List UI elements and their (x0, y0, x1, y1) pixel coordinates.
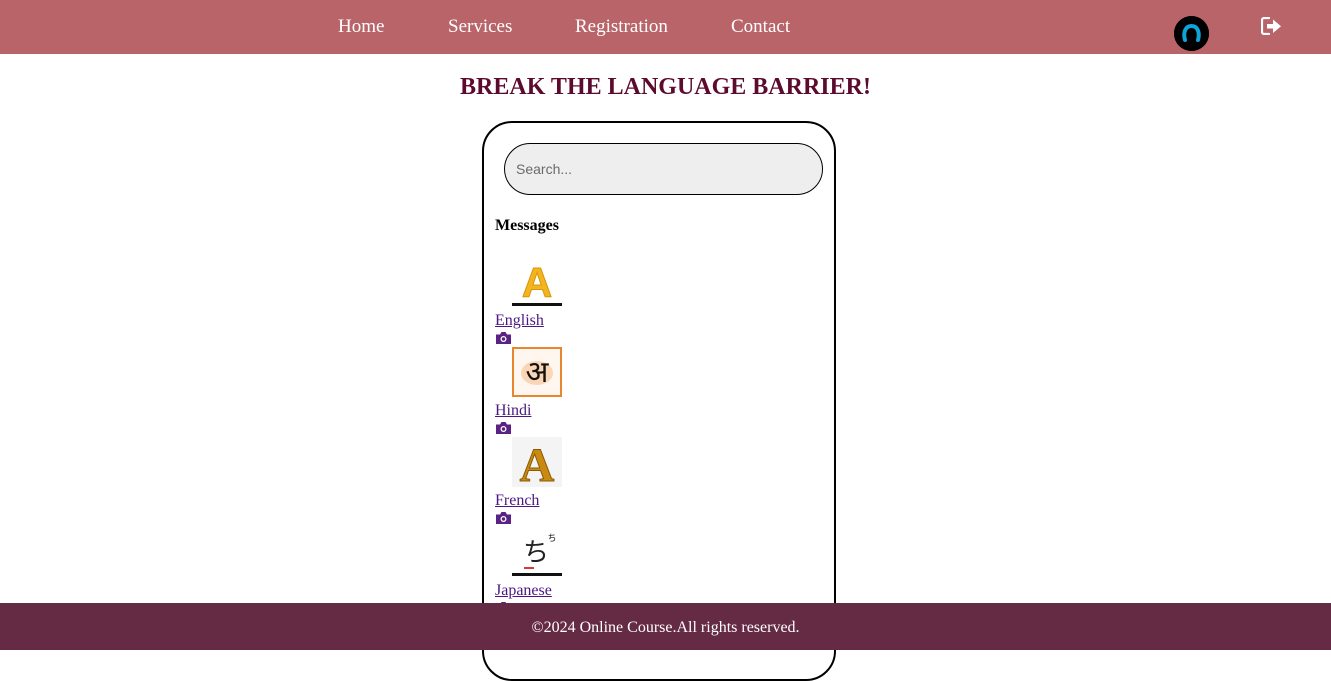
footer: ©2024 Online Course.All rights reserved. (0, 603, 1331, 650)
hindi-thumbnail[interactable]: अ (512, 347, 562, 397)
camera-icon[interactable] (495, 421, 512, 435)
messages-heading: Messages (495, 217, 559, 234)
svg-text:A: A (522, 259, 552, 306)
language-link-french[interactable]: French (495, 491, 539, 511)
nav-link-registration[interactable]: Registration (575, 15, 668, 39)
english-thumbnail[interactable]: A (512, 257, 562, 307)
camera-icon[interactable] (495, 511, 512, 525)
svg-text:ち: ち (547, 533, 556, 544)
camera-icon[interactable] (495, 331, 512, 345)
letter-hindi-a-image: अ (512, 347, 562, 397)
page-title: BREAK THE LANGUAGE BARRIER! (460, 74, 871, 100)
list-item-hindi: अ Hindi (495, 347, 615, 437)
navbar: Home Services Registration Contact (0, 0, 1331, 54)
svg-text:अ: अ (526, 355, 550, 390)
svg-text:A: A (520, 439, 555, 487)
letter-japanese-image: ち ち (512, 527, 562, 577)
french-thumbnail[interactable]: A (512, 437, 562, 493)
avatar[interactable] (1174, 16, 1209, 51)
letter-a-gold-image: A (512, 437, 562, 493)
nav-link-contact[interactable]: Contact (731, 15, 790, 39)
avatar-icon (1174, 16, 1209, 51)
nav-link-home[interactable]: Home (338, 15, 384, 39)
language-link-english[interactable]: English (495, 311, 544, 331)
search-input[interactable] (504, 143, 823, 195)
svg-text:ち: ち (523, 538, 549, 568)
japanese-thumbnail[interactable]: ち ち (512, 527, 562, 577)
language-link-hindi[interactable]: Hindi (495, 401, 531, 421)
language-link-japanese[interactable]: Japanese (495, 581, 552, 601)
nav-link-services[interactable]: Services (448, 15, 512, 39)
list-item-french: A French (495, 437, 615, 527)
logout-icon[interactable] (1261, 17, 1282, 35)
chat-panel: Messages A English अ Hindi (482, 121, 836, 681)
list-item-english: A English (495, 257, 615, 347)
footer-copyright: ©2024 Online Course.All rights reserved. (531, 619, 800, 636)
letter-a-image: A (512, 257, 562, 307)
